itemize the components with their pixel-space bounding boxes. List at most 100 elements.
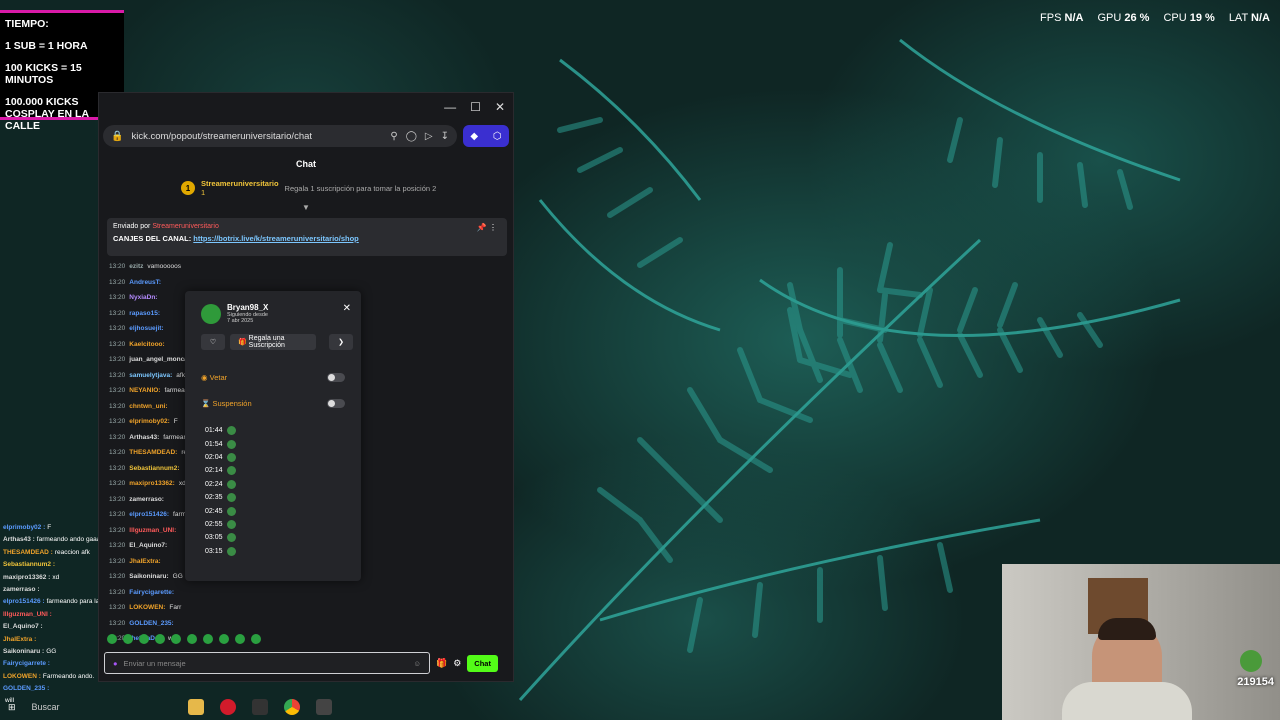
mic-icon[interactable]: ● bbox=[113, 659, 118, 668]
address-bar[interactable]: 🔒 kick.com/popout/streameruniversitario/… bbox=[103, 125, 457, 147]
ban-row[interactable]: ◉ Vetar bbox=[185, 364, 361, 390]
message-user[interactable]: juan_angel_monca bbox=[129, 356, 188, 363]
chat-input[interactable]: ● Enviar un mensaje ☺ bbox=[104, 652, 430, 674]
message-user[interactable]: elprimoby02: bbox=[129, 418, 169, 425]
emote-icon[interactable] bbox=[171, 634, 181, 644]
pin-icon[interactable]: 📌 ⋮ bbox=[477, 223, 497, 232]
message-user[interactable]: elpro151426: bbox=[129, 511, 169, 518]
message-user[interactable]: Saikoninaru: bbox=[129, 573, 168, 580]
gift-icon: 🎁 bbox=[238, 339, 249, 346]
message-time: 13:20 bbox=[109, 309, 126, 317]
overlay-chat-user: THESAMDEAD : bbox=[3, 548, 53, 556]
emote-icon[interactable] bbox=[235, 634, 245, 644]
extension-cube-icon[interactable]: ⬡ bbox=[493, 131, 502, 142]
message-user[interactable]: rapaso15: bbox=[129, 310, 160, 317]
history-item: 02:04 bbox=[205, 451, 361, 464]
maximize-icon[interactable]: ☐ bbox=[470, 100, 481, 114]
app-icon[interactable] bbox=[251, 699, 268, 715]
pinned-message[interactable]: Enviado por Streameruniversitario CANJES… bbox=[107, 218, 507, 256]
gear-icon[interactable]: ⚙ bbox=[453, 658, 461, 669]
emote-icon[interactable] bbox=[251, 634, 261, 644]
gift-icon[interactable]: 🎁 bbox=[436, 658, 447, 669]
message-user[interactable]: GOLDEN_235: bbox=[129, 620, 173, 627]
history-item: 02:55 bbox=[205, 518, 361, 531]
close-icon[interactable]: ✕ bbox=[495, 100, 505, 114]
message-user[interactable]: chntwn_uni: bbox=[129, 403, 167, 410]
zoom-icon[interactable]: ⚲ bbox=[390, 131, 397, 142]
timeout-label-text: Suspensión bbox=[212, 398, 252, 408]
history-time: 03:15 bbox=[205, 547, 223, 555]
message-user[interactable]: El_Aquino7: bbox=[129, 542, 167, 549]
collapse-pinned-icon[interactable]: ▼ bbox=[99, 203, 513, 212]
message-user[interactable]: NEYANIO: bbox=[129, 387, 160, 394]
emote-icon[interactable] bbox=[107, 634, 117, 644]
play-icon[interactable]: ▷ bbox=[425, 131, 433, 142]
overlay-chat-text: Farmeando ando. bbox=[42, 672, 95, 680]
message-user[interactable]: Sebastiannum2: bbox=[129, 465, 179, 472]
message-user[interactable]: AndreusT: bbox=[129, 279, 161, 286]
emote-icon[interactable] bbox=[139, 634, 149, 644]
emote-icon[interactable] bbox=[219, 634, 229, 644]
sub-leader-name: Streameruniversitario bbox=[201, 179, 279, 188]
url-text[interactable]: kick.com/popout/streameruniversitario/ch… bbox=[131, 131, 382, 142]
store-icon[interactable] bbox=[315, 699, 332, 715]
message-user[interactable]: eljhosuejit: bbox=[129, 325, 163, 332]
history-time: 03:05 bbox=[205, 534, 223, 542]
message-user[interactable]: maxipro13362: bbox=[129, 480, 175, 487]
ban-toggle[interactable] bbox=[327, 372, 345, 382]
emote-icon[interactable] bbox=[123, 634, 133, 644]
message-user[interactable]: LOKOWEN: bbox=[129, 604, 165, 611]
hud-gpu-value: 26 % bbox=[1124, 12, 1150, 24]
hud-fps-value: N/A bbox=[1064, 12, 1084, 24]
message-time: 13:20 bbox=[109, 588, 126, 596]
follow-heart-button[interactable]: ♡ bbox=[201, 334, 225, 350]
overlay-chat-user: Saikoninaru : bbox=[3, 647, 45, 655]
message-user[interactable]: lllguzman_UNI: bbox=[129, 527, 176, 534]
send-chat-button[interactable]: Chat bbox=[467, 654, 498, 672]
hud-lat: LAT N/A bbox=[1229, 12, 1270, 24]
mention-button[interactable]: ❯ bbox=[329, 334, 353, 350]
history-item: 01:54 bbox=[205, 437, 361, 450]
message-user[interactable]: Arthas43: bbox=[129, 434, 159, 441]
message-user[interactable]: JhalExtra: bbox=[129, 558, 160, 565]
message-time: 13:20 bbox=[109, 325, 126, 333]
message-user[interactable]: THESAMDEAD: bbox=[129, 449, 177, 456]
message-user[interactable]: ezitz bbox=[129, 263, 143, 270]
message-user[interactable]: samuelytjava: bbox=[129, 372, 172, 379]
gift-sub-button[interactable]: 🎁 Regala una Suscripción bbox=[230, 334, 316, 350]
webcam-feed: 219154 bbox=[1002, 564, 1280, 720]
message-time: 13:20 bbox=[109, 387, 126, 395]
opera-icon[interactable] bbox=[219, 699, 236, 715]
pinned-sender-prefix: Enviado por bbox=[113, 223, 151, 230]
emote-icon[interactable] bbox=[203, 634, 213, 644]
sub-leader-count: 1 bbox=[201, 188, 206, 197]
message-user[interactable]: Kaelcitooo: bbox=[129, 341, 164, 348]
lock-icon: 🔒 bbox=[111, 130, 124, 142]
chrome-icon[interactable] bbox=[283, 699, 300, 715]
timeout-toggle[interactable] bbox=[327, 398, 345, 408]
download-icon[interactable]: ↧ bbox=[441, 131, 449, 142]
windows-start-icon[interactable]: ⊞ bbox=[8, 702, 16, 713]
emoji-icon[interactable]: ☺ bbox=[413, 659, 421, 668]
emote-icon bbox=[226, 479, 236, 489]
hud-fps: FPS N/A bbox=[1040, 12, 1083, 24]
history-time: 01:54 bbox=[205, 440, 223, 448]
message-time: 13:20 bbox=[109, 371, 126, 379]
timeout-row[interactable]: ⌛ Suspensión bbox=[185, 390, 361, 416]
pinned-link[interactable]: https://botrix.live/k/streameruniversita… bbox=[193, 234, 358, 243]
history-item: 02:45 bbox=[205, 504, 361, 517]
message-user[interactable]: zamerraso: bbox=[129, 496, 164, 503]
message-user[interactable]: Fairycigarette: bbox=[129, 589, 174, 596]
folder-icon[interactable] bbox=[187, 699, 204, 715]
message-time: 13:20 bbox=[109, 464, 126, 472]
shield-icon[interactable]: ◯ bbox=[406, 131, 417, 142]
extension-diamond-icon[interactable]: ◆ bbox=[470, 131, 478, 142]
message-user[interactable]: NyxiaDn: bbox=[129, 294, 157, 301]
emote-icon[interactable] bbox=[155, 634, 165, 644]
minimize-icon[interactable]: — bbox=[444, 100, 456, 114]
sub-leaderboard[interactable]: 1 Streameruniversitario 1 Regala 1 suscr… bbox=[99, 175, 513, 197]
crown-icon: 1 bbox=[181, 181, 195, 195]
emote-icon[interactable] bbox=[187, 634, 197, 644]
close-icon[interactable]: ✕ bbox=[343, 303, 351, 314]
taskbar-search[interactable]: Buscar bbox=[32, 702, 172, 712]
